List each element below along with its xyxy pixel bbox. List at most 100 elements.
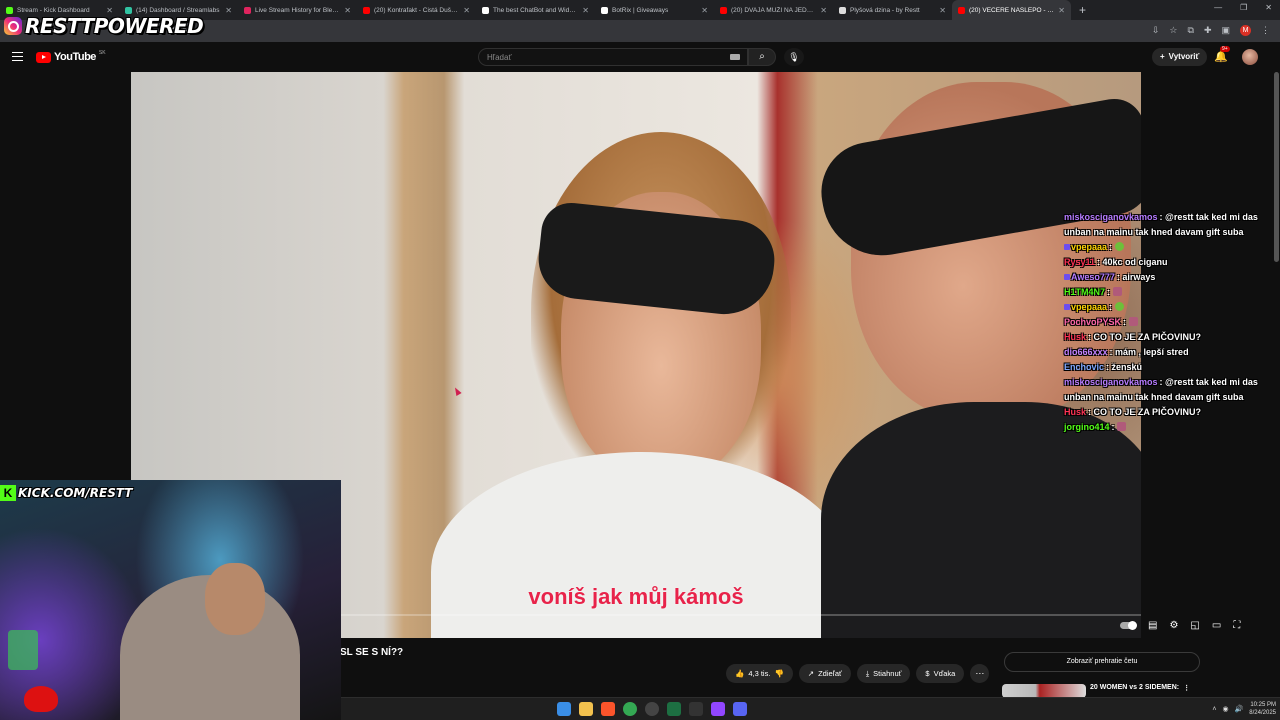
extension-icon[interactable]: ⧉: [1188, 25, 1194, 36]
subtitles-icon[interactable]: ▤: [1148, 620, 1157, 631]
page-scrollbar[interactable]: [1274, 72, 1279, 262]
tab-close-icon[interactable]: ✕: [463, 6, 470, 15]
chat-message: dio666xxx: mám , lepší stred: [1064, 345, 1274, 360]
youtube-play-icon: [36, 51, 51, 63]
like-count: 4,3 tis.: [748, 669, 771, 678]
video-title: SL SE S NÍ??: [340, 647, 404, 658]
browser-tab[interactable]: Live Stream History for Blerp S ✕: [238, 0, 357, 20]
notification-count: 9+: [1220, 46, 1230, 52]
start-icon[interactable]: [557, 702, 571, 716]
tab-close-icon[interactable]: ✕: [344, 6, 351, 15]
like-button[interactable]: 👍 4,3 tis. 👎: [726, 664, 793, 683]
install-icon[interactable]: ⇩: [1152, 25, 1160, 36]
share-label: Zdieľať: [818, 669, 842, 678]
settings-gear-icon[interactable]: ⚙: [1169, 620, 1178, 631]
browser-tab[interactable]: Plyšová dzina - by Restt ✕: [833, 0, 952, 20]
recommended-thumbnail[interactable]: [1002, 684, 1086, 698]
clock[interactable]: 10:25 PM 8/24/2025: [1249, 701, 1276, 717]
extensions-puzzle-icon[interactable]: ✚: [1204, 25, 1212, 36]
tab-close-icon[interactable]: ✕: [582, 6, 589, 15]
fullscreen-icon[interactable]: ⛶: [1233, 620, 1240, 631]
volume-icon[interactable]: 🔊: [1235, 705, 1244, 713]
chat-replay-button[interactable]: Zobraziť prehratie četu: [1004, 652, 1200, 672]
thanks-button[interactable]: $ Vďaka: [916, 664, 965, 683]
stream-chat-overlay: miskosciganovkamos: @restt tak ked mi da…: [1064, 210, 1274, 435]
chat-username: jorgino414: [1064, 422, 1110, 432]
recommended-title: 20 WOMEN vs 2 SIDEMEN:: [1090, 684, 1180, 691]
create-button[interactable]: + Vytvoriť: [1152, 48, 1208, 66]
thumbs-down-icon[interactable]: 👎: [774, 664, 783, 683]
tab-title: (20) Kontrafakt - Čistá Duša pr: [374, 6, 460, 14]
browser-tab[interactable]: The best ChatBot and Widgets ✕: [476, 0, 595, 20]
browser-tab[interactable]: BotRix | Giveaways ✕: [595, 0, 714, 20]
hamburger-menu-icon[interactable]: [12, 52, 23, 61]
discord-icon[interactable]: [733, 702, 747, 716]
excel-icon[interactable]: [667, 702, 681, 716]
menu-kebab-icon[interactable]: ⋮: [1261, 25, 1270, 36]
close-window-icon[interactable]: ✕: [1265, 3, 1272, 12]
terminal-icon[interactable]: [689, 702, 703, 716]
restore-icon[interactable]: ❐: [1240, 3, 1247, 12]
window-controls: — ❐ ✕: [1214, 3, 1272, 12]
account-avatar[interactable]: [1242, 49, 1258, 65]
tab-close-icon[interactable]: ✕: [820, 6, 827, 15]
chat-message: vpepaaa:: [1064, 300, 1274, 315]
chat-message: H1TM4N7:: [1064, 285, 1274, 300]
youtube-logo[interactable]: YouTube SK: [36, 50, 106, 63]
thumbs-up-icon: 👍: [735, 669, 745, 678]
chat-message: miskosciganovkamos: @restt tak ked mi da…: [1064, 210, 1274, 240]
stream-brand-overlay: RESTTPOWERED: [4, 14, 204, 38]
chat-username: vpepaaa: [1071, 242, 1108, 252]
bookmark-star-icon[interactable]: ☆: [1169, 25, 1177, 36]
search-input[interactable]: [478, 48, 748, 66]
file-explorer-icon[interactable]: [579, 702, 593, 716]
minimize-icon[interactable]: —: [1214, 3, 1222, 12]
search-button[interactable]: ⌕: [748, 48, 776, 66]
chrome-icon[interactable]: [623, 702, 637, 716]
recommended-menu-icon[interactable]: ⋮: [1183, 684, 1190, 698]
theater-mode-icon[interactable]: ▭: [1212, 620, 1221, 631]
new-tab-button[interactable]: +: [1071, 3, 1094, 17]
download-button[interactable]: ⤓ Stiahnuť: [856, 664, 911, 683]
tab-favicon-icon: [6, 6, 13, 14]
tab-title: (20) DVAJA MUŽI NA JEDNOM: [731, 6, 817, 14]
chat-text: airways: [1122, 272, 1156, 282]
tray-chevron-icon[interactable]: ˄: [1212, 706, 1216, 713]
recommended-video[interactable]: 20 WOMEN vs 2 SIDEMEN: ⋮: [1002, 684, 1190, 698]
more-actions-icon[interactable]: ⋯: [970, 664, 990, 683]
tab-close-icon[interactable]: ✕: [225, 6, 232, 15]
chat-username: miskosciganovkamos: [1064, 377, 1158, 387]
chat-message: Aweso777: airways: [1064, 270, 1274, 285]
sidebar-icon[interactable]: ▣: [1221, 25, 1230, 36]
brave-icon[interactable]: [601, 702, 615, 716]
chat-emote-icon: [1114, 242, 1124, 251]
chat-username: Enchovic: [1064, 362, 1105, 372]
kick-logo-icon: K: [0, 485, 16, 501]
bell-icon: 🔔: [1214, 51, 1228, 63]
autoplay-toggle[interactable]: [1120, 621, 1137, 630]
miniplayer-icon[interactable]: ◱: [1190, 620, 1199, 631]
share-button[interactable]: ↗ Zdieľať: [798, 664, 851, 683]
chat-message: PochvoPYSK:: [1064, 315, 1274, 330]
tab-close-icon[interactable]: ✕: [1058, 6, 1065, 15]
keyboard-icon[interactable]: [730, 54, 740, 60]
player-controls: ▤ ⚙ ◱ ▭ ⛶: [1120, 620, 1240, 631]
browser-tab[interactable]: (20) Kontrafakt - Čistá Duša pr ✕: [357, 0, 476, 20]
network-icon[interactable]: ◉: [1222, 705, 1228, 713]
tab-close-icon[interactable]: ✕: [939, 6, 946, 15]
chat-emote-icon: [1114, 302, 1124, 311]
chat-text: CO TO JE ZA PIČOVINU?: [1093, 332, 1202, 342]
chat-message: miskosciganovkamos: @restt tak ked mi da…: [1064, 375, 1274, 405]
browser-tab[interactable]: (20) DVAJA MUŽI NA JEDNOM ✕: [714, 0, 833, 20]
clock-time: 10:25 PM: [1250, 702, 1276, 708]
chat-username: Husk: [1064, 332, 1087, 342]
profile-icon[interactable]: M: [1240, 25, 1251, 36]
chat-separator: :: [1123, 317, 1129, 327]
voice-search-button[interactable]: 🎙: [784, 48, 804, 66]
browser-tab[interactable]: (20) VEČERE NASLEPO - STRČ ✕: [952, 0, 1071, 20]
obs-icon[interactable]: [645, 702, 659, 716]
chat-emote-icon: [1112, 287, 1122, 296]
tab-close-icon[interactable]: ✕: [701, 6, 708, 15]
twitch-icon[interactable]: [711, 702, 725, 716]
notifications-button[interactable]: 🔔 9+: [1214, 46, 1230, 63]
